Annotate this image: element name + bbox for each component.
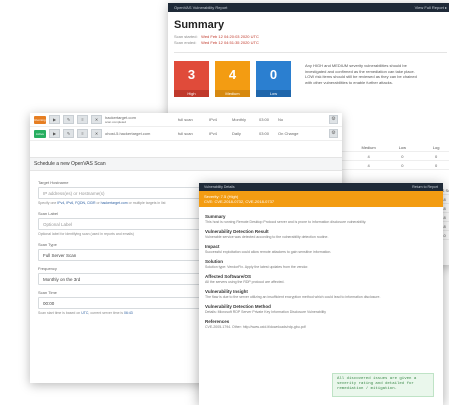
detail-title-bar: Vulnerability Details Return to Report — [199, 183, 443, 191]
section-heading: Vulnerability Detection Method — [205, 304, 271, 309]
target-host-cell: hackertarget.com scan completed — [105, 115, 136, 124]
section-heading: Solution — [205, 259, 223, 264]
view-full-report-link[interactable]: View Full Report ▸ — [415, 3, 447, 12]
section-text: CVE-2005-1794. Other: http://www.oxid.it… — [205, 325, 306, 329]
section-heading: Impact — [205, 244, 220, 249]
vulnerability-detail-window: Vulnerability Details Return to Report S… — [199, 183, 443, 405]
delete-button[interactable]: ✕ — [91, 129, 102, 138]
section-heading: Vulnerability Detection Result — [205, 229, 269, 234]
section-text: All the servers using the RDP protocol a… — [205, 280, 285, 284]
scan-ended-line: Scan ended: Wed Feb 12 04:51:35 2020 UTC — [174, 40, 259, 45]
summary-title-bar: OpenVAS Vulnerability Report View Full R… — [168, 3, 449, 12]
section-heading: Vulnerability Insight — [205, 289, 248, 294]
summary-title-bar-left: OpenVAS Vulnerability Report — [174, 5, 228, 10]
target-row[interactable]: Running ▶ ✎ ≡ ✕ hackertarget.com scan co… — [30, 113, 342, 127]
gear-icon[interactable]: ⚙ — [329, 115, 338, 124]
delete-button[interactable]: ✕ — [91, 115, 102, 124]
detail-title: Vulnerability Details — [204, 185, 235, 189]
severity-note: Any HIGH and MEDIUM severity vulnerabili… — [305, 63, 417, 85]
severity-cards: 3 High 4 Medium 0 Low Any HIGH and MEDIU… — [168, 53, 449, 97]
high-severity-card[interactable]: 3 High — [174, 61, 209, 97]
section-text: Vulnerable service was detected accordin… — [205, 235, 329, 239]
section-text: Successful exploitation could allow remo… — [205, 250, 332, 254]
return-to-report-link[interactable]: Return to Report — [412, 183, 438, 191]
schedule-heading: Schedule a new OpenVAS Scan — [30, 157, 342, 171]
gear-icon[interactable]: ⚙ — [329, 129, 338, 138]
target-row[interactable]: Active ▶ ✎ ≡ ✕ ohost-5.hackertarget.com … — [30, 127, 342, 141]
section-heading: Affected Software/OS — [205, 274, 252, 279]
section-heading: References — [205, 319, 230, 324]
detail-content: Summary This host is running Remote Desk… — [199, 207, 443, 333]
section-text: This host is running Remote Desktop Prot… — [205, 220, 367, 224]
section-text: Solution type: VendorFix. Apply the late… — [205, 265, 309, 269]
status-badge: Running — [34, 115, 46, 124]
summary-heading: Summary — [174, 19, 225, 31]
low-severity-card[interactable]: 0 Low — [256, 61, 291, 97]
status-badge: Active — [34, 129, 46, 138]
section-text: Details: Microsoft RDP Server Private Ke… — [205, 310, 326, 314]
play-button[interactable]: ▶ — [49, 115, 60, 124]
edit-button[interactable]: ✎ — [63, 129, 74, 138]
severity-banner: Severity: 7.5 (High) CVE: CVE-2018-0732,… — [199, 191, 443, 207]
report-button[interactable]: ≡ — [77, 129, 88, 138]
section-text: The flaw is due to the server utilizing … — [205, 295, 381, 299]
report-button[interactable]: ≡ — [77, 115, 88, 124]
target-host-cell: ohost-5.hackertarget.com — [105, 131, 151, 136]
medium-severity-card[interactable]: 4 Medium — [215, 61, 250, 97]
play-button[interactable]: ▶ — [49, 129, 60, 138]
remediation-note: All discovered issues are given a severi… — [332, 373, 434, 397]
edit-button[interactable]: ✎ — [63, 115, 74, 124]
section-heading: Summary — [205, 214, 226, 219]
